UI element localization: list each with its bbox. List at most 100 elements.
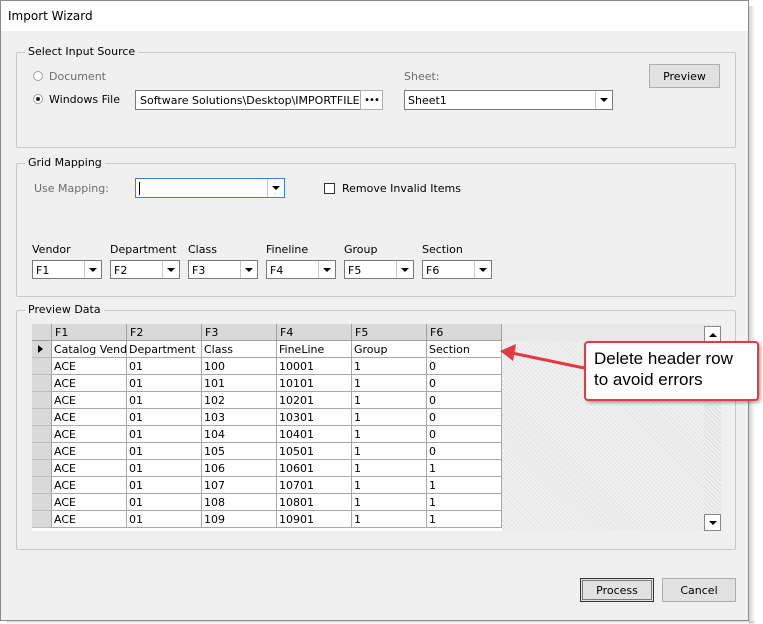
table-cell[interactable]: 10901 bbox=[277, 511, 352, 528]
table-cell[interactable]: 101 bbox=[202, 375, 277, 392]
table-cell[interactable]: 1 bbox=[427, 477, 502, 494]
table-cell[interactable]: ACE bbox=[52, 358, 127, 375]
table-cell[interactable]: 10701 bbox=[277, 477, 352, 494]
chevron-down-icon[interactable] bbox=[474, 261, 491, 278]
table-cell[interactable]: 10601 bbox=[277, 460, 352, 477]
row-header[interactable] bbox=[32, 358, 52, 375]
table-cell[interactable]: 1 bbox=[427, 511, 502, 528]
remove-invalid-checkbox[interactable] bbox=[324, 183, 335, 194]
browse-button[interactable]: ••• bbox=[360, 90, 383, 110]
table-cell[interactable]: 108 bbox=[202, 494, 277, 511]
table-cell[interactable]: 01 bbox=[127, 358, 202, 375]
table-cell[interactable]: 01 bbox=[127, 375, 202, 392]
table-cell[interactable]: 106 bbox=[202, 460, 277, 477]
table-cell[interactable]: 1 bbox=[352, 511, 427, 528]
chevron-down-icon[interactable] bbox=[318, 261, 335, 278]
table-cell[interactable]: 0 bbox=[427, 358, 502, 375]
cancel-button[interactable]: Cancel bbox=[662, 578, 736, 602]
windows-file-radio-label[interactable]: Windows File bbox=[49, 93, 120, 106]
table-cell[interactable]: 10401 bbox=[277, 426, 352, 443]
table-cell[interactable]: 1 bbox=[352, 358, 427, 375]
row-header[interactable] bbox=[32, 426, 52, 443]
table-cell[interactable]: 01 bbox=[127, 409, 202, 426]
preview-button[interactable]: Preview bbox=[649, 64, 720, 88]
scroll-down-button[interactable] bbox=[704, 514, 721, 531]
column-header[interactable]: F1 bbox=[52, 324, 127, 341]
table-cell[interactable]: 0 bbox=[427, 409, 502, 426]
document-radio[interactable] bbox=[33, 71, 43, 81]
row-header[interactable] bbox=[32, 477, 52, 494]
table-cell[interactable]: 10301 bbox=[277, 409, 352, 426]
chevron-down-icon[interactable] bbox=[396, 261, 413, 278]
table-cell[interactable]: ACE bbox=[52, 477, 127, 494]
table-cell[interactable]: ACE bbox=[52, 511, 127, 528]
table-cell[interactable]: 1 bbox=[352, 443, 427, 460]
column-header[interactable]: F4 bbox=[277, 324, 352, 341]
chevron-down-icon[interactable] bbox=[162, 261, 179, 278]
table-cell[interactable]: 1 bbox=[352, 494, 427, 511]
table-cell[interactable]: 10501 bbox=[277, 443, 352, 460]
table-cell[interactable]: 104 bbox=[202, 426, 277, 443]
table-cell[interactable]: 01 bbox=[127, 511, 202, 528]
mapping-select-4[interactable]: F5 bbox=[344, 260, 414, 279]
row-header[interactable] bbox=[32, 511, 52, 528]
row-header[interactable] bbox=[32, 494, 52, 511]
table-cell[interactable]: Department bbox=[127, 341, 202, 358]
mapping-select-1[interactable]: F2 bbox=[110, 260, 180, 279]
table-cell[interactable]: 10101 bbox=[277, 375, 352, 392]
table-cell[interactable]: 01 bbox=[127, 460, 202, 477]
document-radio-label[interactable]: Document bbox=[49, 70, 106, 83]
column-header[interactable]: F3 bbox=[202, 324, 277, 341]
column-header[interactable]: F2 bbox=[127, 324, 202, 341]
table-cell[interactable]: 01 bbox=[127, 494, 202, 511]
table-cell[interactable]: 109 bbox=[202, 511, 277, 528]
table-cell[interactable]: 0 bbox=[427, 426, 502, 443]
process-button[interactable]: Process bbox=[580, 578, 654, 602]
table-cell[interactable]: 01 bbox=[127, 426, 202, 443]
table-cell[interactable]: 0 bbox=[427, 443, 502, 460]
table-cell[interactable]: 0 bbox=[427, 375, 502, 392]
table-cell[interactable]: 1 bbox=[427, 460, 502, 477]
table-cell[interactable]: ACE bbox=[52, 494, 127, 511]
row-header[interactable] bbox=[32, 341, 52, 358]
table-cell[interactable]: 102 bbox=[202, 392, 277, 409]
table-cell[interactable]: 1 bbox=[352, 375, 427, 392]
row-header[interactable] bbox=[32, 443, 52, 460]
row-header[interactable] bbox=[32, 409, 52, 426]
table-cell[interactable]: 100 bbox=[202, 358, 277, 375]
table-cell[interactable]: 105 bbox=[202, 443, 277, 460]
windows-file-radio[interactable] bbox=[33, 94, 43, 104]
table-cell[interactable]: 103 bbox=[202, 409, 277, 426]
table-cell[interactable]: 01 bbox=[127, 392, 202, 409]
chevron-down-icon[interactable] bbox=[240, 261, 257, 278]
row-header[interactable] bbox=[32, 460, 52, 477]
table-cell[interactable]: 01 bbox=[127, 443, 202, 460]
use-mapping-select[interactable] bbox=[135, 178, 285, 198]
table-cell[interactable]: 1 bbox=[352, 392, 427, 409]
table-cell[interactable]: ACE bbox=[52, 460, 127, 477]
table-cell[interactable]: 107 bbox=[202, 477, 277, 494]
table-cell[interactable]: Catalog Vend bbox=[52, 341, 127, 358]
table-cell[interactable]: ACE bbox=[52, 443, 127, 460]
table-cell[interactable]: 1 bbox=[352, 426, 427, 443]
table-cell[interactable]: Group bbox=[352, 341, 427, 358]
chevron-down-icon[interactable] bbox=[84, 261, 101, 278]
table-cell[interactable]: 10801 bbox=[277, 494, 352, 511]
table-cell[interactable]: 1 bbox=[427, 494, 502, 511]
table-cell[interactable]: ACE bbox=[52, 392, 127, 409]
column-header[interactable]: F6 bbox=[427, 324, 502, 341]
table-cell[interactable]: Section bbox=[427, 341, 502, 358]
mapping-select-5[interactable]: F6 bbox=[422, 260, 492, 279]
column-header[interactable]: F5 bbox=[352, 324, 427, 341]
mapping-select-3[interactable]: F4 bbox=[266, 260, 336, 279]
table-cell[interactable]: 10001 bbox=[277, 358, 352, 375]
row-header[interactable] bbox=[32, 392, 52, 409]
chevron-down-icon[interactable] bbox=[267, 179, 284, 197]
chevron-down-icon[interactable] bbox=[595, 91, 612, 109]
sheet-select[interactable]: Sheet1 bbox=[404, 90, 613, 110]
mapping-select-2[interactable]: F3 bbox=[188, 260, 258, 279]
table-cell[interactable]: FineLine bbox=[277, 341, 352, 358]
table-cell[interactable]: ACE bbox=[52, 426, 127, 443]
table-cell[interactable]: 1 bbox=[352, 409, 427, 426]
table-cell[interactable]: ACE bbox=[52, 409, 127, 426]
